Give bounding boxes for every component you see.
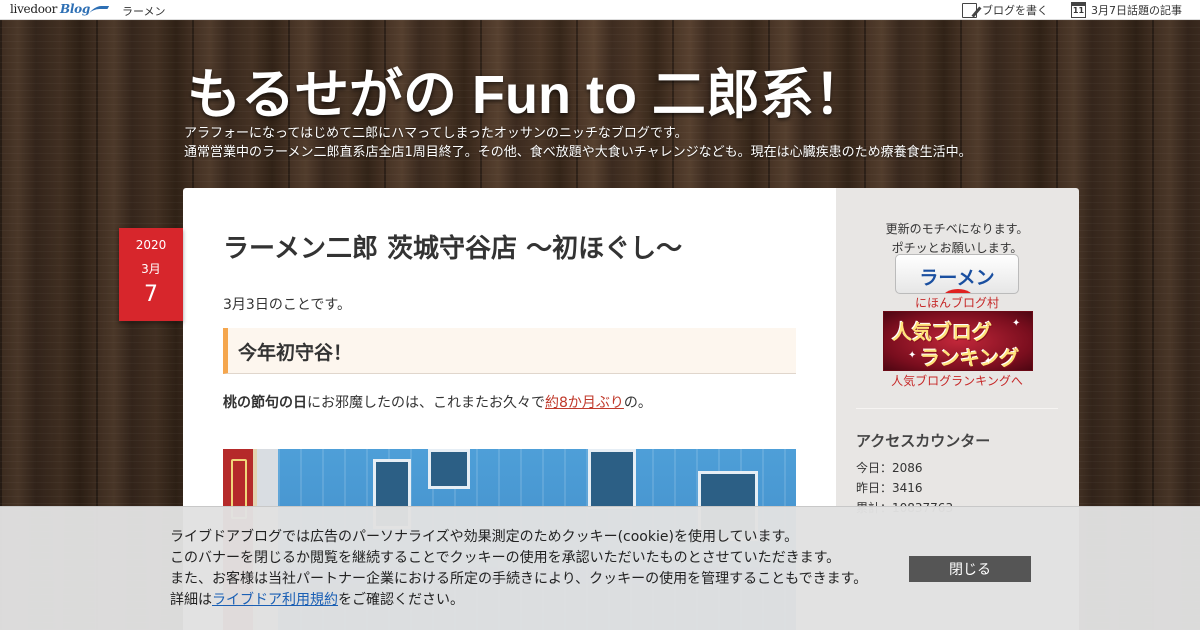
previous-visit-link[interactable]: 約8か月ぶり [545, 395, 624, 411]
cookie-line-4-suffix: をご確認ください。 [338, 592, 464, 608]
category-link[interactable]: ラーメン [122, 3, 166, 19]
cookie-consent-banner: ライブドアブログでは広告のパーソナライズや効果測定のためクッキー(cookie)… [0, 506, 1200, 630]
popular-blog-ranking-banner[interactable]: 人気ブログ ランキング ✦ ✦ ✦ [883, 311, 1033, 371]
blog-description-line-1: アラフォーになってはじめて二郎にハマってしまったオッサンのニッチなブログです。 [184, 126, 688, 141]
paragraph-text: にお邪魔したのは、これまたお久々で [307, 395, 545, 411]
ranking-link-wrap: 人気ブログランキングへ [857, 372, 1057, 389]
yesterday-count: 昨日：3416 [856, 481, 923, 495]
logo-livedoor-text: livedoor [10, 2, 58, 16]
pen-icon [962, 2, 977, 18]
article-paragraph: 桃の節句の日にお邪魔したのは、これまたお久々で約8か月ぶりの。 [223, 392, 652, 412]
write-blog-label: ブログを書く [982, 4, 1048, 17]
today-count: 今日：2086 [856, 461, 923, 475]
date-month: 3月 [141, 262, 161, 276]
sparkle-icon: ✦ [1012, 318, 1021, 329]
cookie-line-4-prefix: 詳細は [170, 592, 212, 608]
cookie-line-4: 詳細はライブドア利用規約をご確認ください。 [170, 590, 867, 611]
article-lead: 3月3日のことです。 [223, 297, 351, 313]
cookie-consent-text: ライブドアブログでは広告のパーソナライズや効果測定のためクッキー(cookie)… [170, 527, 867, 611]
nihon-blogmura-link[interactable]: にほんブログ村 [915, 296, 999, 310]
blog-description-line-2: 通常営業中のラーメン二郎直系店全店1周目終了。その他、食べ放題や大食いチャレンジ… [184, 145, 972, 160]
cookie-line-3: また、お客様は当社パートナー企業における所定の手続きにより、クッキーの使用を管理… [170, 571, 868, 587]
ranking-banner-line-2: ランキング [920, 346, 1020, 370]
nihon-blogmura-ramen-button[interactable]: ラーメン [895, 254, 1019, 294]
logo-wing-icon [88, 5, 110, 14]
nihon-blogmura-link-wrap: にほんブログ村 [857, 294, 1057, 311]
cookie-line-2: このバナーを閉じるか閲覧を継続することでクッキーの使用を承認いただいたものとさせ… [170, 550, 841, 566]
blog-title[interactable]: もるせがの Fun to 二郎系！ [187, 50, 868, 129]
livedoor-blog-logo[interactable]: livedoor Blog [10, 2, 110, 18]
today-topics-label: 3月7日話題の記事 [1091, 4, 1182, 17]
blog-description: アラフォーになってはじめて二郎にハマってしまったオッサンのニッチなブログです。 … [184, 124, 972, 162]
write-blog-link[interactable]: ブログを書く [962, 2, 1048, 18]
access-counter-heading: アクセスカウンター [856, 432, 991, 450]
sidebar-divider [856, 408, 1058, 409]
sidebar-note: 更新のモチベになります。 ポチッとお願いします。 [857, 220, 1057, 256]
today-topics-link[interactable]: 11 3月7日話題の記事 [1071, 2, 1182, 18]
cookie-close-button[interactable]: 閉じる [909, 556, 1031, 582]
sparkle-icon: ✦ [984, 356, 993, 367]
date-badge: 2020 3月 7 [119, 228, 183, 321]
calendar-icon: 11 [1071, 2, 1086, 18]
cookie-line-1: ライブドアブログでは広告のパーソナライズや効果測定のためクッキー(cookie)… [170, 529, 799, 545]
sidebar-note-line-1: 更新のモチベになります。 [885, 222, 1029, 236]
article-title[interactable]: ラーメン二郎 茨城守谷店 〜初ほぐし〜 [223, 228, 682, 265]
date-day: 7 [144, 282, 158, 307]
paragraph-end-text: の。 [623, 395, 652, 411]
popular-blog-ranking-link[interactable]: 人気ブログランキングへ [891, 374, 1023, 388]
paragraph-bold-text: 桃の節句の日 [223, 395, 307, 411]
article-heading: 今年初守谷！ [223, 328, 796, 374]
sparkle-icon: ✦ [908, 350, 917, 361]
livedoor-topbar: livedoor Blog ラーメン ブログを書く 11 3月7日話題の記事 [0, 0, 1200, 20]
terms-of-use-link[interactable]: ライブドア利用規約 [212, 592, 338, 608]
date-year: 2020 [135, 238, 167, 252]
logo-blog-text: Blog [60, 2, 90, 16]
ranking-banner-line-1: 人気ブログ [892, 320, 992, 344]
